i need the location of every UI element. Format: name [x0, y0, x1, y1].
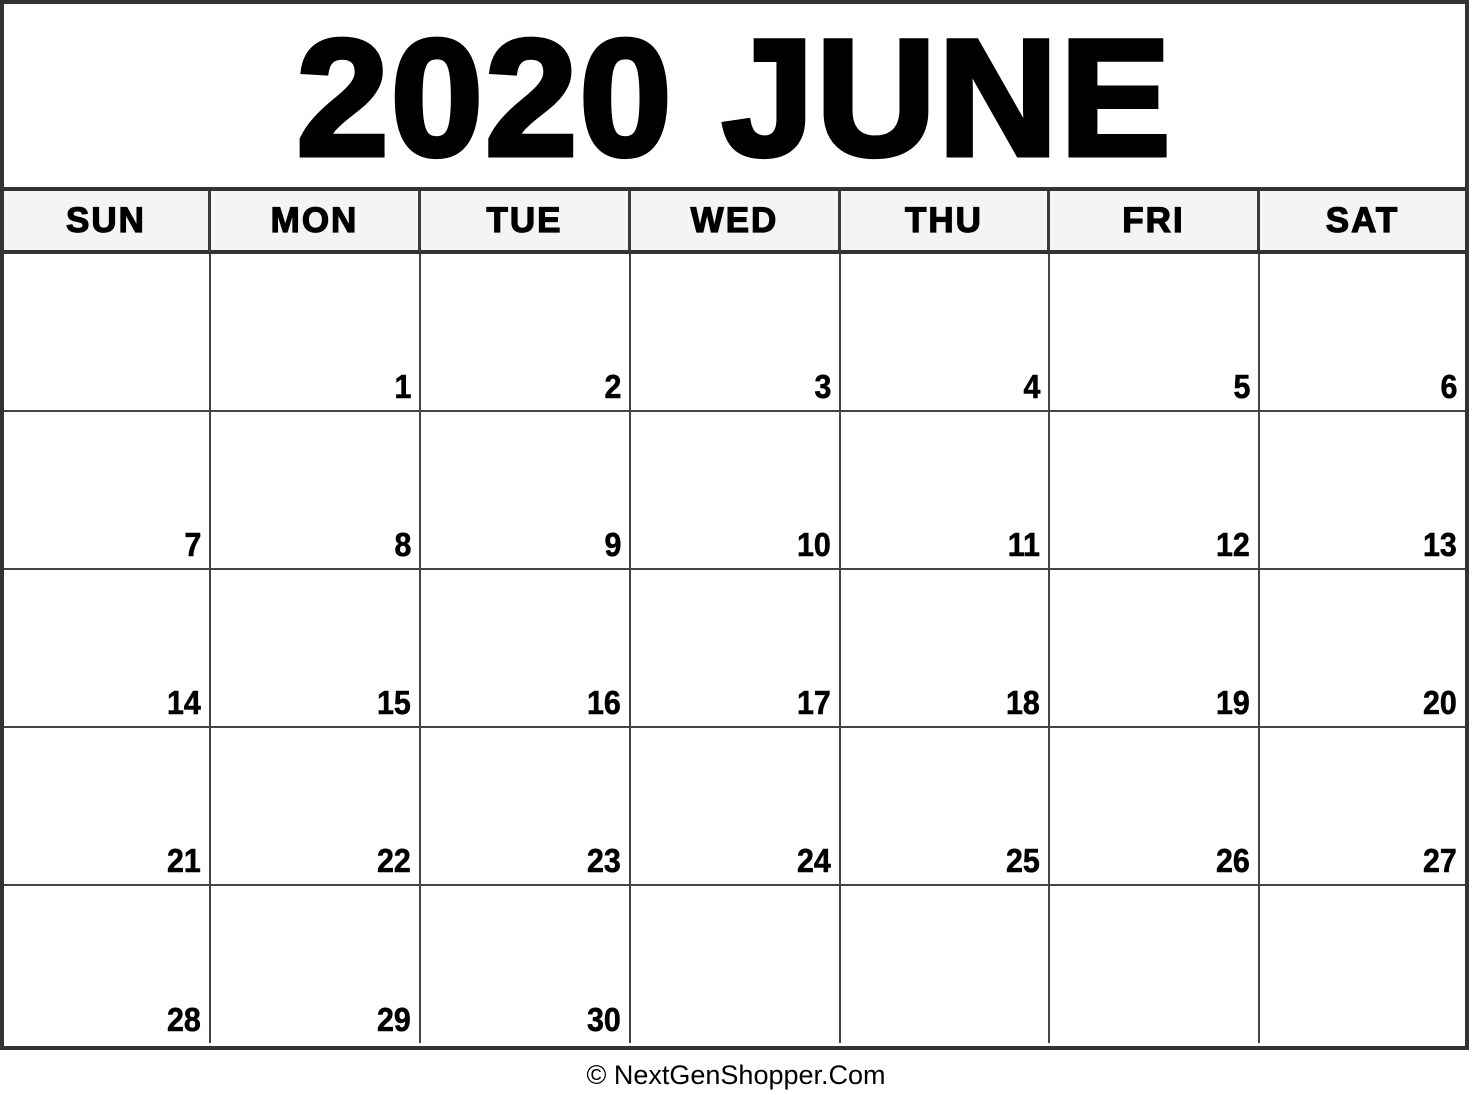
day-cell: 12: [1050, 412, 1260, 570]
day-number: 8: [394, 526, 411, 564]
day-number: 21: [167, 842, 201, 880]
day-cell: [631, 886, 841, 1043]
weekday-header-wed: WED: [631, 191, 841, 254]
day-number: 3: [814, 368, 831, 406]
day-cell: 8: [211, 412, 421, 570]
day-cell: 23: [421, 728, 631, 886]
day-number: 5: [1233, 368, 1250, 406]
day-number: 12: [1216, 526, 1250, 564]
day-cell: 26: [1050, 728, 1260, 886]
day-cell: 11: [841, 412, 1050, 570]
weekday-header-fri: FRI: [1050, 191, 1260, 254]
day-number: 30: [587, 1001, 621, 1039]
day-number: 15: [377, 684, 411, 722]
day-cell: 27: [1260, 728, 1465, 886]
day-cell: 10: [631, 412, 841, 570]
day-cell: 6: [1260, 254, 1465, 412]
day-number: 18: [1006, 684, 1040, 722]
day-number: 17: [797, 684, 831, 722]
day-number: 7: [184, 526, 201, 564]
day-number: 22: [377, 842, 411, 880]
day-number: 6: [1440, 368, 1457, 406]
day-cell: 18: [841, 570, 1050, 728]
day-number: 13: [1423, 526, 1457, 564]
day-cell: 4: [841, 254, 1050, 412]
weekday-header-thu: THU: [841, 191, 1050, 254]
day-cell: 21: [4, 728, 211, 886]
day-cell: 13: [1260, 412, 1465, 570]
weekday-header-tue: TUE: [421, 191, 631, 254]
weekday-header-sun: SUN: [4, 191, 211, 254]
day-number: 2: [604, 368, 621, 406]
day-cell: 24: [631, 728, 841, 886]
weekday-header-mon: MON: [211, 191, 421, 254]
day-cell: 1: [211, 254, 421, 412]
day-cell: 25: [841, 728, 1050, 886]
calendar-title: 2020 JUNE: [4, 4, 1465, 191]
day-number: 28: [167, 1001, 201, 1039]
day-cell: [1260, 886, 1465, 1043]
day-cell: 3: [631, 254, 841, 412]
day-cell: 5: [1050, 254, 1260, 412]
day-number: 4: [1023, 368, 1040, 406]
day-number: 23: [587, 842, 621, 880]
day-cell: [1050, 886, 1260, 1043]
day-cell: [4, 254, 211, 412]
day-number: 29: [377, 1001, 411, 1039]
day-cell: 15: [211, 570, 421, 728]
day-cell: 20: [1260, 570, 1465, 728]
day-cell: 29: [211, 886, 421, 1043]
day-number: 25: [1006, 842, 1040, 880]
day-cell: 22: [211, 728, 421, 886]
day-cell: 19: [1050, 570, 1260, 728]
calendar-grid: SUN MON TUE WED THU FRI SAT 1 2 3 4 5 6 7 8 9 10 1…: [4, 191, 1465, 1043]
day-number: 27: [1423, 842, 1457, 880]
day-number: 20: [1423, 684, 1457, 722]
day-cell: 2: [421, 254, 631, 412]
day-number: 26: [1216, 842, 1250, 880]
day-number: 11: [1007, 526, 1041, 564]
day-cell: 14: [4, 570, 211, 728]
day-number: 14: [167, 684, 201, 722]
day-number: 16: [587, 684, 621, 722]
weekday-header-sat: SAT: [1260, 191, 1465, 254]
calendar: 2020 JUNE SUN MON TUE WED THU FRI SAT 12…: [0, 0, 1469, 1050]
day-cell: 7: [4, 412, 211, 570]
day-cell: 28: [4, 886, 211, 1043]
day-number: 24: [797, 842, 831, 880]
day-cell: 17: [631, 570, 841, 728]
day-cell: 9: [421, 412, 631, 570]
day-cell: 30: [421, 886, 631, 1043]
copyright-footer: © NextGenShopper.Com: [586, 1060, 886, 1090]
day-cell: [841, 886, 1050, 1043]
day-cell: 16: [421, 570, 631, 728]
day-number: 9: [604, 526, 621, 564]
day-number: 1: [394, 368, 411, 406]
day-number: 10: [797, 526, 831, 564]
day-number: 19: [1216, 684, 1250, 722]
